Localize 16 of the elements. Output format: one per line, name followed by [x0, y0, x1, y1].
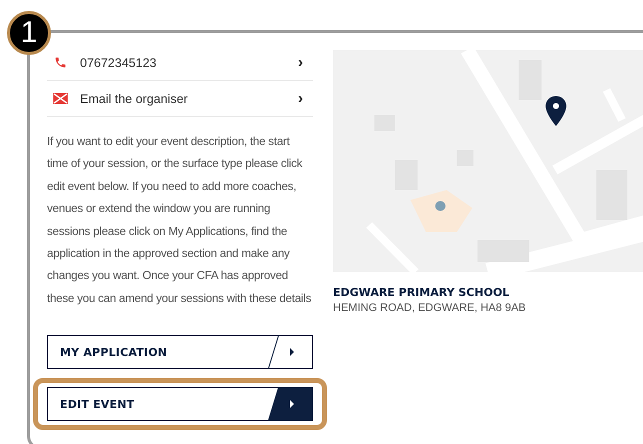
envelope-icon	[53, 93, 68, 104]
chevron-icon: ›	[298, 90, 303, 107]
contact-row[interactable]: Email the organiser ›	[47, 81, 313, 117]
action-button[interactable]: MY APPLICATION	[47, 335, 313, 370]
venue-address: HEMING ROAD, EDGWARE, HA8 9AB	[333, 302, 527, 314]
step-badge: 1	[7, 11, 51, 55]
caret-icon	[290, 400, 294, 408]
venue-name: EDGWARE PRIMARY SCHOOL	[333, 286, 510, 299]
contact-label: Email the organiser	[80, 92, 189, 106]
action-button[interactable]: EDIT EVENT	[47, 387, 313, 422]
description-text: If you want to edit your event description, the start time of your session, or the surface type please click edit event below. If you need to add more coaches, venues or extend the window you are running sessions please click on My Applications, find the application in the approved section and make any changes you want. Once your CFA has approved these you can amend your sessions with these details	[47, 134, 312, 307]
contact-row[interactable]: 07672345123 ›	[47, 45, 313, 81]
caret-icon	[290, 348, 294, 356]
phone-icon	[53, 56, 68, 69]
chevron-icon: ›	[298, 54, 303, 71]
contact-label: 07672345123	[80, 56, 158, 70]
